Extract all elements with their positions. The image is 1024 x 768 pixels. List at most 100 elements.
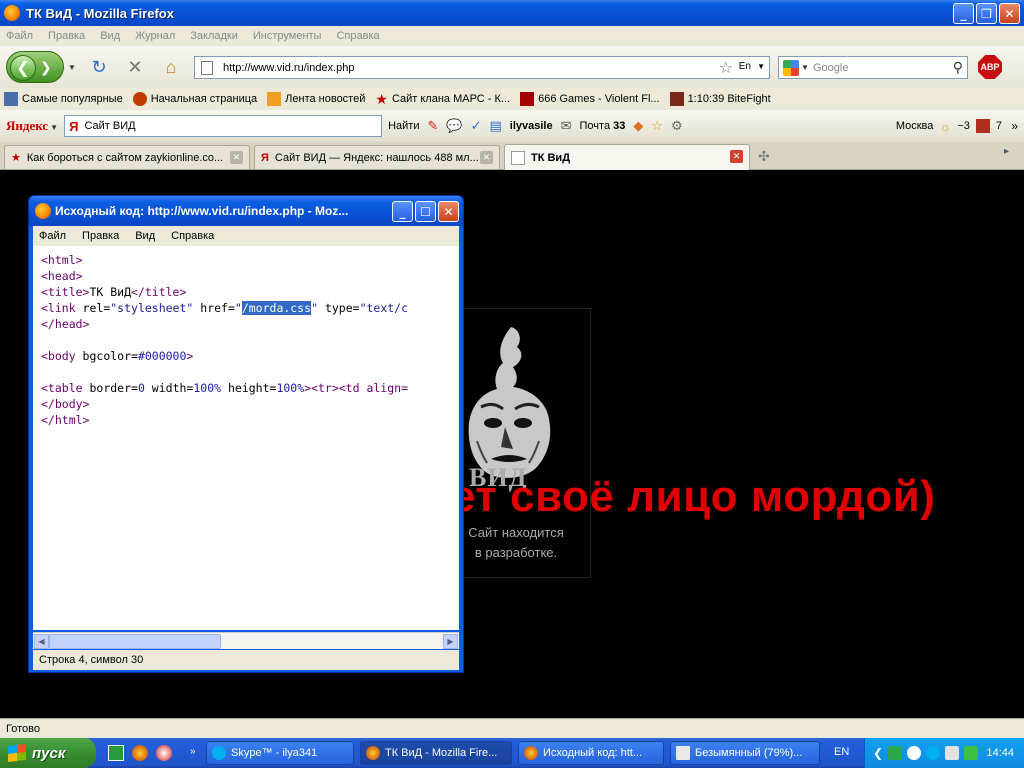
code-attr: href=	[193, 301, 235, 315]
yandex-search-input[interactable]: Я Сайт ВИД	[64, 115, 383, 137]
yandex-weather[interactable]: Москва ☼ −3 7	[896, 119, 1002, 134]
back-button[interactable]: ❮	[10, 55, 36, 81]
yandex-user[interactable]: ilyvasile	[510, 120, 553, 132]
start-button[interactable]: пуск	[0, 738, 96, 768]
tab-item-active[interactable]: ТК ВиД ✕	[504, 144, 750, 170]
taskbar-item[interactable]: Безымянный (79%)...	[670, 741, 820, 765]
code-attr: type=	[318, 301, 360, 315]
window-title: ТК ВиД - Mozilla Firefox	[26, 5, 174, 21]
quicklaunch-app-icon[interactable]	[108, 745, 124, 761]
weather-temperature: −3	[957, 120, 970, 132]
translate-icon[interactable]: ▤	[489, 118, 501, 134]
google-icon[interactable]	[783, 60, 799, 76]
restore-button[interactable]: ❐	[976, 3, 997, 24]
source-menu-help[interactable]: Справка	[171, 230, 214, 242]
source-code-area[interactable]: <html> <head> <title>ТК ВиД</title> <lin…	[33, 246, 459, 630]
close-button[interactable]: ✕	[438, 201, 459, 222]
task-label: Безымянный (79%)...	[695, 747, 803, 759]
bookmark-item[interactable]: 1:10:39 BiteFight	[669, 92, 771, 106]
menu-bookmarks[interactable]: Закладки	[190, 30, 238, 42]
volume-icon[interactable]	[945, 746, 960, 760]
spellcheck-icon[interactable]: ✓	[471, 118, 482, 134]
source-menu-view[interactable]: Вид	[135, 230, 155, 242]
new-tab-icon[interactable]: ✣	[758, 148, 770, 165]
tray-status-icon[interactable]	[964, 746, 979, 760]
reload-icon[interactable]: ↻	[88, 56, 110, 78]
close-button[interactable]: ✕	[999, 3, 1020, 24]
bookmark-item[interactable]: 666 Games - Violent Fl...	[520, 92, 660, 106]
adblock-icon[interactable]: ABP	[978, 55, 1002, 79]
firefox-quicklaunch-icon[interactable]	[132, 745, 148, 761]
code-attr: height=	[221, 381, 277, 395]
maximize-button[interactable]: ☐	[415, 201, 436, 222]
quicklaunch-overflow-icon[interactable]: »	[190, 746, 196, 757]
weather-city: Москва	[895, 120, 934, 132]
scrollbar-thumb[interactable]	[49, 634, 221, 649]
bookmarks-icon[interactable]: ◆	[633, 118, 643, 134]
scroll-right-icon[interactable]: ▶	[443, 634, 458, 649]
code-value: 0	[137, 381, 145, 395]
tab-close-icon[interactable]: ✕	[480, 151, 493, 164]
stop-icon[interactable]: ✕	[124, 56, 146, 78]
bookmark-item[interactable]: Начальная страница	[132, 92, 257, 106]
history-dropdown-icon[interactable]: ▼	[68, 63, 76, 72]
tray-app-icon[interactable]	[907, 746, 922, 760]
tab-scroll-icon[interactable]: ▸	[1004, 146, 1018, 164]
gear-icon[interactable]: ⚙	[671, 118, 683, 134]
favorites-star-icon[interactable]: ☆	[651, 118, 663, 134]
toolbar-overflow-icon[interactable]: »	[1011, 119, 1018, 133]
horizontal-scrollbar[interactable]: ◀ ▶	[33, 632, 459, 649]
windows-logo-icon	[8, 744, 26, 762]
menu-help[interactable]: Справка	[336, 30, 379, 42]
code-attr: border=	[89, 381, 138, 395]
yandex-logo: Яндекс	[6, 118, 49, 133]
scroll-left-icon[interactable]: ◀	[34, 634, 49, 649]
url-bar[interactable]: http://www.vid.ru/index.php ☆ En ▼	[194, 56, 770, 79]
minimize-button[interactable]: _	[953, 3, 974, 24]
marker-icon[interactable]: ✎	[427, 118, 438, 134]
yandex-menu[interactable]: Яндекс ▼	[6, 118, 58, 134]
code-selection[interactable]: /morda.css	[241, 301, 312, 315]
taskbar-item[interactable]: Skype™ - ilya341	[206, 741, 354, 765]
tab-item[interactable]: Я Сайт ВИД — Яндекс: нашлось 488 мл... ✕	[254, 145, 500, 169]
network-icon[interactable]	[888, 746, 903, 760]
url-text: http://www.vid.ru/index.php	[223, 61, 355, 74]
source-window-titlebar[interactable]: Исходный код: http://www.vid.ru/index.ph…	[29, 196, 463, 226]
window-titlebar[interactable]: ТК ВиД - Mozilla Firefox _ ❐ ✕	[0, 0, 1024, 26]
tab-close-icon[interactable]: ✕	[230, 151, 243, 164]
menu-tools[interactable]: Инструменты	[253, 30, 322, 42]
source-menu-edit[interactable]: Правка	[82, 230, 119, 242]
bookmark-star-icon[interactable]: ☆	[719, 58, 733, 78]
tab-close-icon[interactable]: ✕	[730, 150, 743, 163]
yandex-find-button[interactable]: Найти	[388, 120, 419, 132]
code-attr: width=	[144, 381, 194, 395]
tab-item[interactable]: ★ Как бороться с сайтом zaykionline.co..…	[4, 145, 250, 169]
bookmark-item[interactable]: ★ Сайт клана МАРС - К...	[375, 91, 510, 108]
search-icon[interactable]: ⚲	[953, 59, 963, 76]
bookmark-item[interactable]: Самые популярные	[4, 92, 123, 106]
url-dropdown-icon[interactable]: ▼	[757, 62, 765, 71]
language-icon[interactable]: En	[739, 61, 751, 72]
search-engine-dropdown-icon[interactable]: ▼	[801, 63, 809, 72]
chat-icon[interactable]: 💬	[446, 118, 462, 134]
language-indicator[interactable]: EN	[834, 746, 849, 758]
taskbar-item[interactable]: Исходный код: htt...	[518, 741, 664, 765]
forward-button[interactable]: ❯	[40, 59, 52, 76]
bookmark-label: Самые популярные	[22, 93, 123, 105]
home-icon[interactable]: ⌂	[160, 56, 182, 78]
menu-file[interactable]: Файл	[6, 30, 33, 42]
tray-expand-icon[interactable]: ❮	[873, 746, 883, 760]
minimize-button[interactable]: _	[392, 201, 413, 222]
skype-tray-icon[interactable]	[926, 746, 941, 760]
source-menu-file[interactable]: Файл	[39, 230, 66, 242]
page-icon	[511, 150, 525, 165]
code-text: ТК ВиД	[89, 285, 132, 299]
menu-history[interactable]: Журнал	[135, 30, 175, 42]
taskbar-item-active[interactable]: ТК ВиД - Mozilla Fire...	[360, 741, 512, 765]
menu-edit[interactable]: Правка	[48, 30, 85, 42]
yandex-mail[interactable]: Почта 33	[580, 120, 626, 132]
opera-quicklaunch-icon[interactable]	[156, 745, 172, 761]
search-box[interactable]: ▼ Google ⚲	[778, 56, 968, 79]
menu-view[interactable]: Вид	[100, 30, 120, 42]
bookmark-item[interactable]: Лента новостей	[267, 92, 365, 106]
